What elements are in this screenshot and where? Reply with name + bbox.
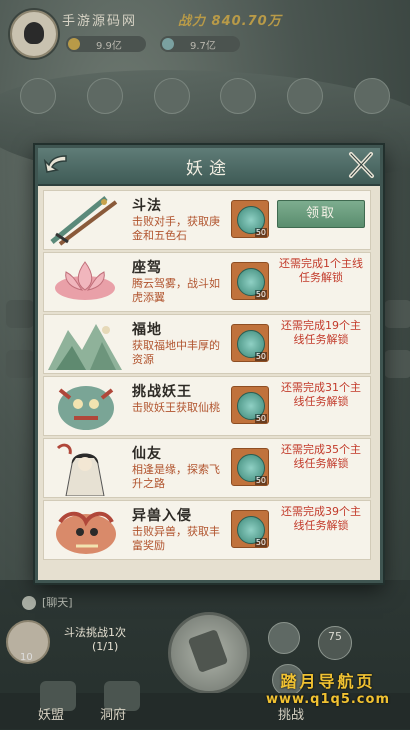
reward-slot[interactable]: 50 — [231, 200, 269, 238]
reward-qty: 50 — [254, 414, 267, 423]
currency-1[interactable]: 9.9亿 — [66, 36, 146, 52]
dialog-header: 妖途 — [38, 148, 380, 186]
player-avatar[interactable] — [10, 10, 58, 58]
dialog-title: 妖途 — [186, 159, 232, 179]
current-task-progress: (1/1) — [92, 640, 119, 653]
reward-slot[interactable]: 50 — [231, 448, 269, 486]
task-desc: 击败异兽，获取丰富奖励 — [132, 525, 220, 552]
list-item: 斗法 击败对手，获取庚金和五色石 50 领取 — [43, 190, 371, 250]
nav-alliance[interactable]: 妖盟 — [38, 704, 64, 723]
unlock-requirement: 还需完成31个主线任务解锁 — [281, 381, 361, 408]
gem-icon — [162, 38, 174, 50]
current-task-title[interactable]: 斗法挑战1次 — [64, 624, 126, 640]
side-icon-right-1[interactable] — [384, 300, 410, 328]
menu-icon-2[interactable] — [86, 78, 123, 114]
reward-qty: 50 — [254, 228, 267, 237]
task-desc: 击败对手，获取庚金和五色石 — [132, 215, 220, 242]
reward-slot[interactable]: 50 — [231, 510, 269, 548]
task-desc: 腾云驾雾，战斗如虎添翼 — [132, 277, 220, 304]
menu-icon-1[interactable] — [20, 78, 56, 114]
player-level: 10 — [20, 652, 33, 663]
reward-slot[interactable]: 50 — [231, 324, 269, 362]
task-list: 斗法 击败对手，获取庚金和五色石 50 领取 座驾 腾云驾雾，战斗如虎添翼 50 — [38, 186, 380, 580]
sword-portrait-icon — [46, 192, 124, 248]
power-value: 战力 840.70万 — [178, 14, 282, 29]
lotus-portrait-icon — [46, 254, 124, 310]
watermark-title: 踏月导航页 — [280, 672, 376, 691]
list-item: 异兽入侵 击败异兽，获取丰富奖励 50 还需完成39个主线任务解锁 — [43, 500, 371, 560]
side-icon-right-2[interactable] — [384, 350, 410, 378]
reward-qty: 50 — [254, 352, 267, 361]
unlock-requirement: 还需完成1个主线任务解锁 — [279, 257, 363, 284]
reward-qty: 50 — [254, 290, 267, 299]
task-name: 仙友 — [132, 446, 162, 462]
reward-qty: 50 — [254, 476, 267, 485]
menu-icon-5[interactable] — [287, 78, 324, 114]
top-menu-icons — [20, 78, 390, 114]
close-button[interactable] — [344, 148, 378, 182]
watermark: 踏月导航页 www.q1q5.com — [266, 668, 390, 707]
reward-slot[interactable]: 50 — [231, 386, 269, 424]
unlock-requirement: 还需完成39个主线任务解锁 — [281, 505, 361, 532]
menu-icon-4[interactable] — [220, 78, 257, 114]
task-desc: 获取福地中丰厚的资源 — [132, 339, 220, 366]
side-icon-left-2[interactable] — [6, 350, 34, 378]
immortal-friend-portrait-icon — [46, 440, 124, 496]
watermark-url: www.q1q5.com — [266, 692, 390, 707]
list-item: 福地 获取福地中丰厚的资源 50 还需完成19个主线任务解锁 — [43, 314, 371, 374]
main-action-button[interactable] — [168, 612, 250, 694]
list-item: 挑战妖王 击败妖王获取仙桃 50 还需完成31个主线任务解锁 — [43, 376, 371, 436]
level-badge[interactable]: 75 — [318, 626, 352, 660]
task-name: 座驾 — [132, 260, 162, 276]
claim-button[interactable]: 领取 — [277, 200, 365, 228]
demon-king-portrait-icon — [46, 378, 124, 434]
nav-cave[interactable]: 洞府 — [100, 704, 126, 723]
task-desc: 相逢是缘，探索飞升之路 — [132, 463, 220, 490]
beast-portrait-icon — [46, 502, 124, 558]
task-name: 斗法 — [132, 198, 162, 214]
mountain-portrait-icon — [46, 316, 124, 372]
gold-icon — [68, 38, 80, 50]
unlock-requirement: 还需完成19个主线任务解锁 — [281, 319, 361, 346]
list-item: 座驾 腾云驾雾，战斗如虎添翼 50 还需完成1个主线任务解锁 — [43, 252, 371, 312]
task-name: 异兽入侵 — [132, 508, 192, 524]
task-name: 挑战妖王 — [132, 384, 192, 400]
player-name: 手游源码网 — [62, 14, 138, 29]
menu-icon-3[interactable] — [153, 78, 190, 114]
skill-icon-1[interactable] — [268, 622, 300, 654]
reward-slot[interactable]: 50 — [231, 262, 269, 300]
task-name: 福地 — [132, 322, 162, 338]
close-icon — [349, 152, 374, 178]
reward-qty: 50 — [254, 538, 267, 547]
currency-2[interactable]: 9.7亿 — [160, 36, 240, 52]
list-item: 仙友 相逢是缘，探索飞升之路 50 还需完成35个主线任务解锁 — [43, 438, 371, 498]
yaotu-dialog: 妖途 斗法 击败对手，获取庚金和五色石 50 领取 座驾 腾云驾雾，战斗如虎添翼… — [35, 145, 383, 583]
chat-icon — [22, 596, 36, 610]
task-desc: 击败妖王获取仙桃 — [132, 401, 220, 414]
side-icon-left-1[interactable] — [6, 300, 34, 328]
unlock-requirement: 还需完成35个主线任务解锁 — [281, 443, 361, 470]
chat-entry[interactable]: [聊天] — [22, 594, 73, 610]
menu-icon-6[interactable] — [353, 78, 390, 114]
